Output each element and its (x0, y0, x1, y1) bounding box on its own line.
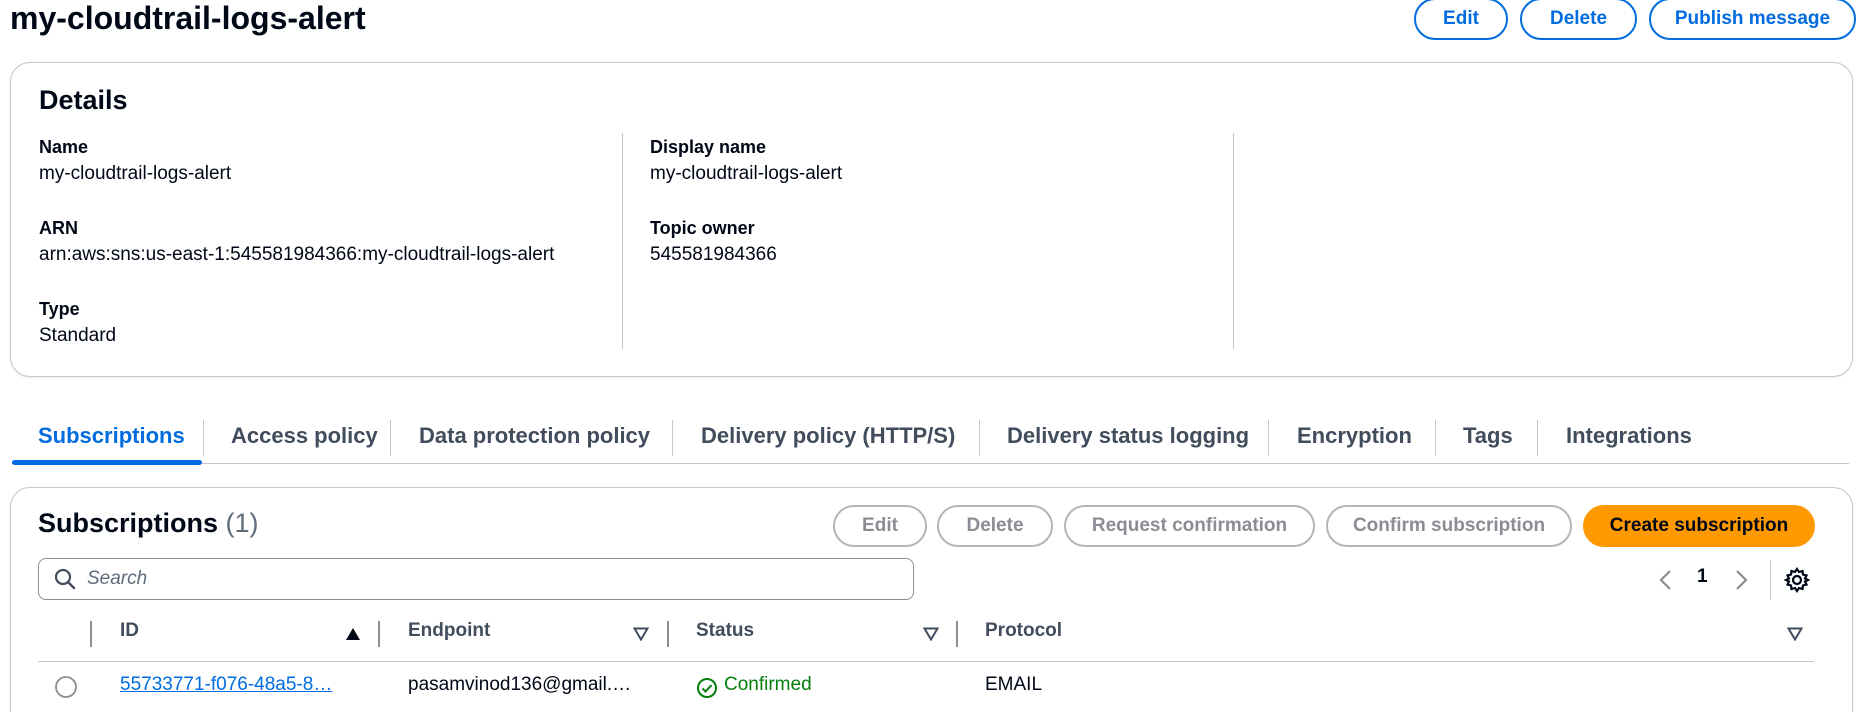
details-panel: Details Name my-cloudtrail-logs-alert AR… (10, 62, 1853, 377)
details-heading: Details (39, 85, 128, 115)
column-header-id[interactable]: ID (120, 620, 139, 642)
subscription-endpoint: pasamvinod136@gmail.… (408, 674, 632, 695)
table-header-border (38, 661, 1814, 662)
tab-tags[interactable]: Tags (1463, 408, 1513, 464)
column-header-endpoint[interactable]: Endpoint (408, 620, 490, 642)
name-label: Name (39, 137, 89, 157)
tab-access-policy[interactable]: Access policy (231, 408, 378, 464)
search-icon (54, 568, 76, 590)
subscriptions-heading: Subscriptions (1) (38, 508, 259, 539)
tab-separator (979, 420, 980, 456)
type-label: Type (39, 299, 80, 319)
name-value: my-cloudtrail-logs-alert (39, 163, 232, 184)
topic-owner-label: Topic owner (650, 218, 755, 238)
column-divider (622, 133, 623, 349)
display-name-label: Display name (650, 137, 767, 157)
tab-data-protection-policy[interactable]: Data protection policy (419, 408, 650, 464)
tab-separator (1435, 420, 1436, 456)
delete-topic-button[interactable]: Delete (1520, 0, 1637, 40)
arn-value: arn:aws:sns:us-east-1:545581984366:my-cl… (39, 244, 555, 265)
topic-owner-value: 545581984366 (650, 244, 777, 265)
publish-message-button[interactable]: Publish message (1649, 0, 1856, 40)
preferences-gear-icon[interactable] (1784, 567, 1810, 593)
tab-separator (390, 420, 391, 456)
tab-encryption[interactable]: Encryption (1297, 408, 1412, 464)
create-subscription-button[interactable]: Create subscription (1583, 505, 1815, 547)
column-separator[interactable] (956, 621, 958, 647)
previous-page-icon[interactable] (1656, 568, 1676, 592)
tab-subscriptions[interactable]: Subscriptions (38, 408, 185, 464)
column-separator (90, 621, 92, 647)
sort-ascending-icon[interactable] (345, 627, 361, 641)
column-separator[interactable] (667, 621, 669, 647)
topic-tabs: Subscriptions Access policy Data protect… (12, 408, 1849, 465)
column-separator[interactable] (378, 621, 380, 647)
sort-icon[interactable] (1787, 627, 1803, 641)
search-box (38, 558, 914, 600)
column-header-protocol[interactable]: Protocol (985, 620, 1062, 642)
tab-separator (1537, 420, 1538, 456)
tab-integrations[interactable]: Integrations (1566, 408, 1692, 464)
page-title: my-cloudtrail-logs-alert (10, 0, 366, 36)
request-confirmation-button[interactable]: Request confirmation (1064, 505, 1315, 547)
subscription-protocol: EMAIL (985, 674, 1043, 695)
type-value: Standard (39, 325, 117, 346)
edit-topic-button[interactable]: Edit (1414, 0, 1508, 40)
tab-delivery-policy[interactable]: Delivery policy (HTTP/S) (701, 408, 955, 464)
confirm-subscription-button[interactable]: Confirm subscription (1326, 505, 1572, 547)
next-page-icon[interactable] (1731, 568, 1751, 592)
tab-separator (1268, 420, 1269, 456)
sort-icon[interactable] (633, 627, 649, 641)
tab-separator (203, 420, 204, 456)
search-input[interactable] (87, 565, 887, 593)
row-select-radio[interactable] (54, 675, 78, 699)
edit-subscription-button[interactable]: Edit (833, 505, 927, 547)
display-name-value: my-cloudtrail-logs-alert (650, 163, 843, 184)
subscription-status: Confirmed (724, 674, 812, 695)
arn-label: ARN (39, 218, 78, 238)
column-divider (1233, 133, 1234, 349)
tab-separator (672, 420, 673, 456)
current-page-number[interactable]: 1 (1697, 566, 1708, 588)
success-check-icon (697, 678, 717, 698)
pager-divider (1770, 560, 1771, 600)
active-tab-indicator (12, 460, 202, 465)
column-header-status[interactable]: Status (696, 620, 754, 642)
subscriptions-count: (1) (225, 508, 259, 538)
sort-icon[interactable] (923, 627, 939, 641)
subscriptions-title: Subscriptions (38, 508, 219, 538)
tab-delivery-status-logging[interactable]: Delivery status logging (1007, 408, 1249, 464)
delete-subscription-button[interactable]: Delete (937, 505, 1053, 547)
subscription-id-link[interactable]: 55733771-f076-48a5-8… (120, 674, 332, 696)
